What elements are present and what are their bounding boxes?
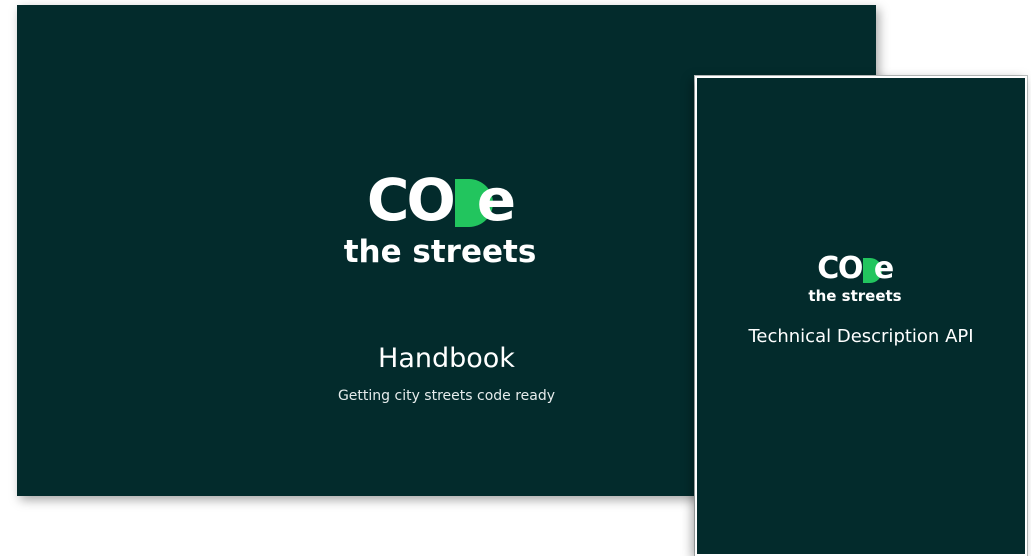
api-document-title: Technical Description API xyxy=(748,326,974,347)
logo-letter-e: e xyxy=(476,166,516,234)
logo-wordmark: CO e xyxy=(367,171,516,229)
logo-wordmark: CO e xyxy=(817,251,894,286)
api-logo: CO e the streets xyxy=(780,251,930,305)
logo-tagline: the streets xyxy=(808,287,902,305)
logo-letter-e: e xyxy=(873,251,894,286)
logo-letters-co: CO xyxy=(366,166,456,234)
api-document-cover xyxy=(695,76,1027,556)
handbook-logo: CO e the streets xyxy=(325,171,555,270)
logo-tagline: the streets xyxy=(343,234,537,270)
logo-letters-co: CO xyxy=(817,251,863,286)
